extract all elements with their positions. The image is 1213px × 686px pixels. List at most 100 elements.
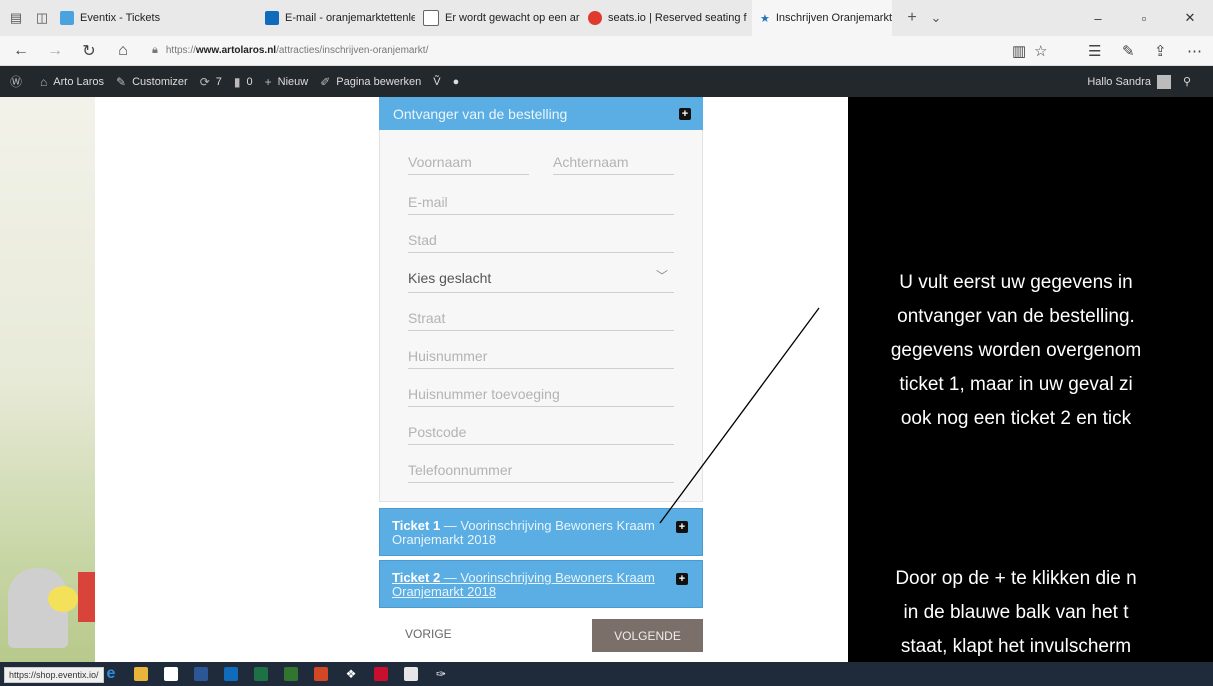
tab-label: Eventix - Tickets: [80, 12, 161, 24]
page-favicon-icon: [423, 10, 439, 26]
tab-email[interactable]: E-mail - oranjemarktettenle: [257, 0, 415, 36]
word-icon[interactable]: [186, 662, 216, 686]
tab-seats[interactable]: seats.io | Reserved seating f: [580, 0, 752, 36]
plus-icon: +: [264, 74, 272, 89]
recipient-section-body: Voornaam Achternaam E-mail Stad Kies ges…: [379, 130, 703, 502]
share-icon[interactable]: ⇪: [1154, 36, 1167, 66]
favorite-star-icon[interactable]: ☆: [1034, 36, 1047, 66]
wp-site-link[interactable]: ⌂ Arto Laros: [40, 75, 104, 89]
tab-inschrijven[interactable]: ★ Inschrijven Oranjemarkt ✕: [752, 0, 892, 36]
reading-view-icon[interactable]: ▥: [1012, 36, 1026, 66]
background-photo: [0, 97, 95, 662]
wp-edit-page-link[interactable]: ✐ Pagina bewerken: [320, 75, 421, 89]
tab-label: Inschrijven Oranjemarkt: [775, 12, 892, 24]
seo-status-dot-icon: ●: [452, 75, 460, 88]
email-field[interactable]: E-mail: [408, 175, 674, 215]
gender-select[interactable]: Kies geslacht ﹀: [408, 253, 674, 293]
housenumber-addition-field[interactable]: Huisnummer toevoeging: [408, 369, 674, 407]
dashboard-icon: ⌂: [40, 74, 48, 89]
tab-label: E-mail - oranjemarktettenle: [285, 12, 415, 24]
expand-plus-icon[interactable]: +: [679, 107, 691, 120]
maximize-icon[interactable]: ▫: [1121, 0, 1167, 36]
gender-select-value: Kies geslacht: [408, 270, 492, 286]
url-prefix: https://: [165, 45, 196, 56]
tab-waiting[interactable]: Er wordt gewacht op een ar: [415, 0, 580, 36]
lastname-field[interactable]: Achternaam: [553, 138, 674, 175]
project-icon[interactable]: [276, 662, 306, 686]
wp-new-link[interactable]: + Nieuw: [265, 75, 309, 89]
wp-site-label: Arto Laros: [53, 75, 105, 88]
wp-comments-link[interactable]: ▮ 0: [234, 75, 253, 89]
housenumber-field[interactable]: Huisnummer: [408, 331, 674, 369]
section-title: Ontvanger van de bestelling: [393, 105, 568, 122]
powerpoint-icon[interactable]: [306, 662, 336, 686]
url-field[interactable]: 🔒︎ https://www.artolaros.nl/attracties/i…: [152, 44, 428, 57]
address-bar: ← → ↻ ⌂ 🔒︎ https://www.artolaros.nl/attr…: [0, 36, 1213, 66]
favorites-hub-icon[interactable]: ☰: [1088, 36, 1101, 66]
home-icon[interactable]: ⌂: [110, 38, 136, 64]
close-window-icon[interactable]: ✕: [1167, 0, 1213, 36]
browser-tab-bar: ▤ ◫ Eventix - Tickets E-mail - oranjemar…: [0, 0, 1213, 36]
expand-plus-icon[interactable]: +: [676, 521, 688, 533]
excel-icon[interactable]: [246, 662, 276, 686]
new-tab-icon[interactable]: +: [902, 8, 922, 28]
wp-customizer-link[interactable]: ✎ Customizer: [116, 75, 188, 89]
recipient-section-header[interactable]: Ontvanger van de bestelling +: [379, 97, 703, 130]
avatar[interactable]: [1156, 74, 1171, 89]
expand-plus-icon[interactable]: +: [676, 573, 688, 585]
ticket-name: Ticket 1: [392, 518, 441, 533]
minimize-icon[interactable]: –: [1075, 0, 1121, 36]
eventix-favicon-icon: [60, 11, 74, 25]
ticket-2-header[interactable]: Ticket 2 — Voorinschrijving Bewoners Kra…: [379, 560, 703, 608]
dropbox-icon[interactable]: ❖: [336, 662, 366, 686]
instruction-line: ook nog een ticket 2 en tick: [900, 408, 1132, 429]
previous-button[interactable]: VORIGE: [405, 627, 452, 641]
windows-taskbar: ⊞ ⚲ ▢ e ❖ ✑: [0, 662, 1213, 686]
photos-icon[interactable]: [396, 662, 426, 686]
next-button[interactable]: VOLGENDE: [592, 619, 703, 652]
instruction-line: U vult eerst uw gegevens in: [899, 272, 1133, 293]
store-icon[interactable]: [156, 662, 186, 686]
phone-field[interactable]: Telefoonnummer: [408, 445, 674, 483]
wordpress-admin-bar: Ⓦ ⌂ Arto Laros ✎ Customizer ⟳ 7 ▮ 0 + Nieuw ✐…: [0, 66, 1213, 97]
pencil-icon: ✐: [320, 74, 331, 89]
lock-icon: 🔒︎: [152, 44, 158, 56]
wp-updates-count: 7: [215, 75, 222, 88]
url-domain: www.artolaros.nl: [195, 45, 277, 56]
tab-actions-icon[interactable]: ▤: [6, 8, 26, 28]
seats-favicon-icon: [588, 11, 602, 25]
instruction-panel: U vult eerst uw gegevens in ontvanger va…: [848, 97, 1213, 662]
street-field[interactable]: Straat: [408, 293, 674, 331]
wordpress-logo-icon[interactable]: Ⓦ: [10, 73, 28, 90]
tab-eventix[interactable]: Eventix - Tickets: [52, 0, 257, 36]
search-icon[interactable]: ⚲: [1183, 75, 1191, 88]
refresh-icon[interactable]: ↻: [76, 38, 102, 64]
outlook-icon[interactable]: [216, 662, 246, 686]
set-aside-tabs-icon[interactable]: ◫: [32, 8, 52, 28]
more-menu-icon[interactable]: ⋯: [1187, 36, 1202, 66]
yoast-icon[interactable]: Ṽ: [433, 76, 440, 88]
wp-comments-count: 0: [246, 75, 253, 88]
instruction-line: Door op de + te klikken die n: [895, 568, 1137, 589]
instruction-line: in de blauwe balk van het t: [903, 602, 1129, 623]
back-arrow-icon[interactable]: ←: [8, 38, 34, 64]
wp-greeting[interactable]: Hallo Sandra: [1087, 76, 1151, 88]
postcode-field[interactable]: Postcode: [408, 407, 674, 445]
instruction-line: staat, klapt het invulscherm: [900, 636, 1132, 657]
chevron-down-icon: ﹀: [655, 269, 668, 283]
pen-notes-icon[interactable]: ✎: [1122, 36, 1135, 66]
wp-edit-label: Pagina bewerken: [336, 75, 422, 88]
wp-new-label: Nieuw: [277, 75, 309, 88]
forward-arrow-icon[interactable]: →: [42, 38, 68, 64]
ticket-1-header[interactable]: Ticket 1 — Voorinschrijving Bewoners Kra…: [379, 508, 703, 556]
firstname-field[interactable]: Voornaam: [408, 138, 529, 175]
outlook-favicon-icon: [265, 11, 279, 25]
paint-icon[interactable]: ✑: [426, 662, 456, 686]
acrobat-icon[interactable]: [366, 662, 396, 686]
city-field[interactable]: Stad: [408, 215, 674, 253]
wp-updates-link[interactable]: ⟳ 7: [200, 75, 222, 89]
form-navigation: VORIGE VOLGENDE: [379, 619, 703, 652]
file-explorer-icon[interactable]: [126, 662, 156, 686]
star-favicon-icon: ★: [760, 12, 770, 25]
tab-preview-chevron-down-icon[interactable]: ⌄: [926, 8, 946, 28]
